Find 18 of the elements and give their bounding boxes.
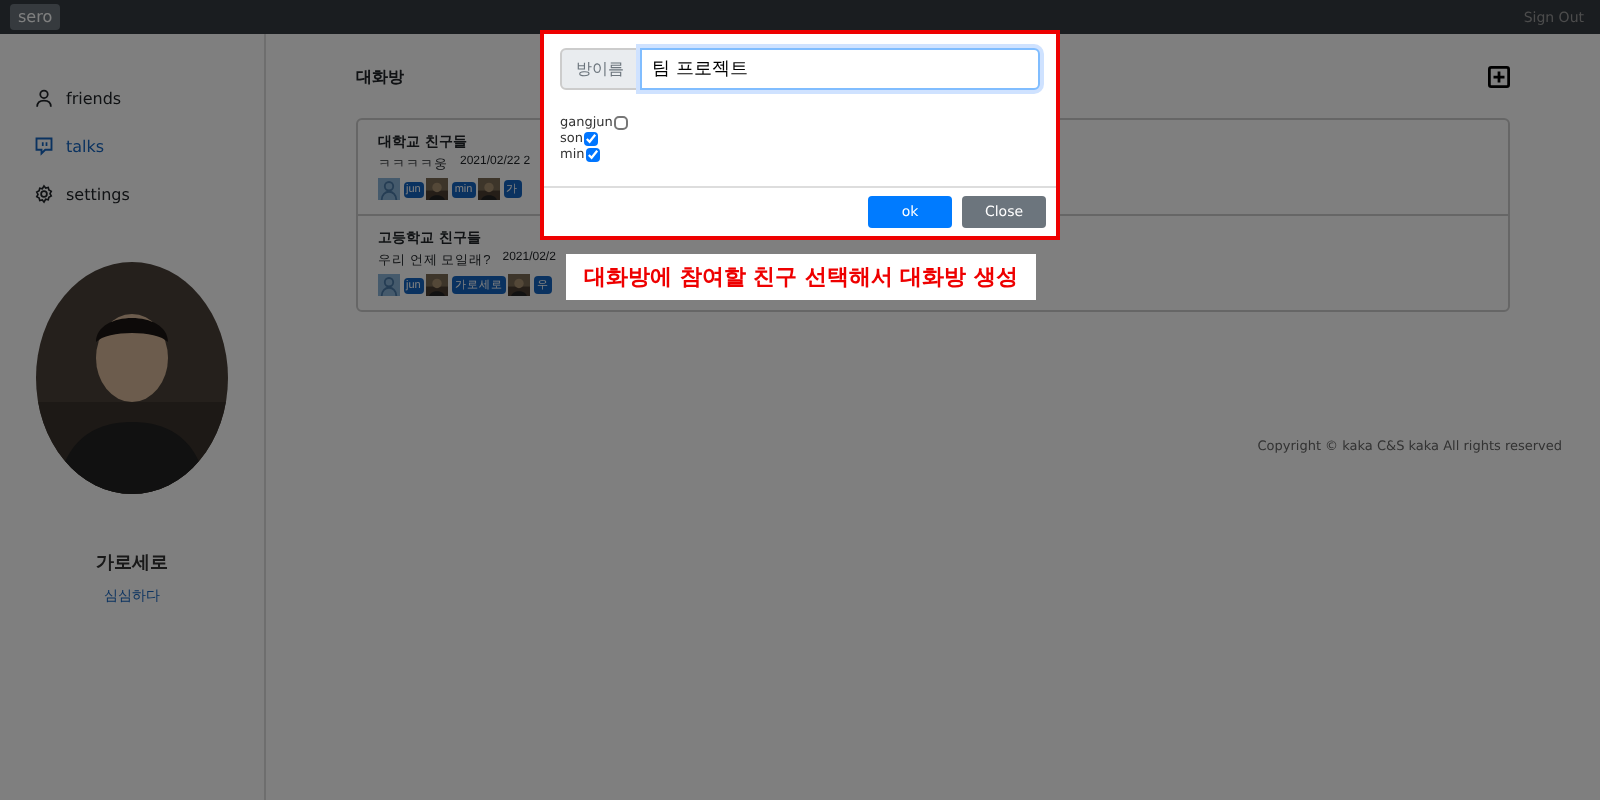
sidebar-item[interactable]: friends [0, 74, 264, 122]
room-name-field[interactable]: 팀 프로젝트 [640, 48, 1040, 90]
user-icon [378, 274, 400, 296]
user-icon [378, 178, 400, 200]
add-icon[interactable] [1488, 65, 1510, 87]
friend-checkbox[interactable] [584, 131, 599, 145]
annotation-caption: 대화방에 참여할 친구 선택해서 대화방 생성 [566, 254, 1036, 300]
brand-link[interactable]: sero [10, 4, 61, 30]
person-icon [34, 88, 54, 108]
page-title: 대화방 [356, 65, 404, 87]
sidebar-item[interactable]: talks [0, 122, 264, 170]
friend-checkbox[interactable] [586, 147, 601, 161]
chat-icon [34, 136, 54, 156]
sidebar-item[interactable]: settings [0, 170, 264, 218]
friend-checkbox[interactable] [614, 115, 629, 129]
profile-name: 가로세로 [96, 552, 168, 576]
room-name-label: 방이름 [560, 48, 640, 90]
settings-icon [34, 184, 54, 204]
